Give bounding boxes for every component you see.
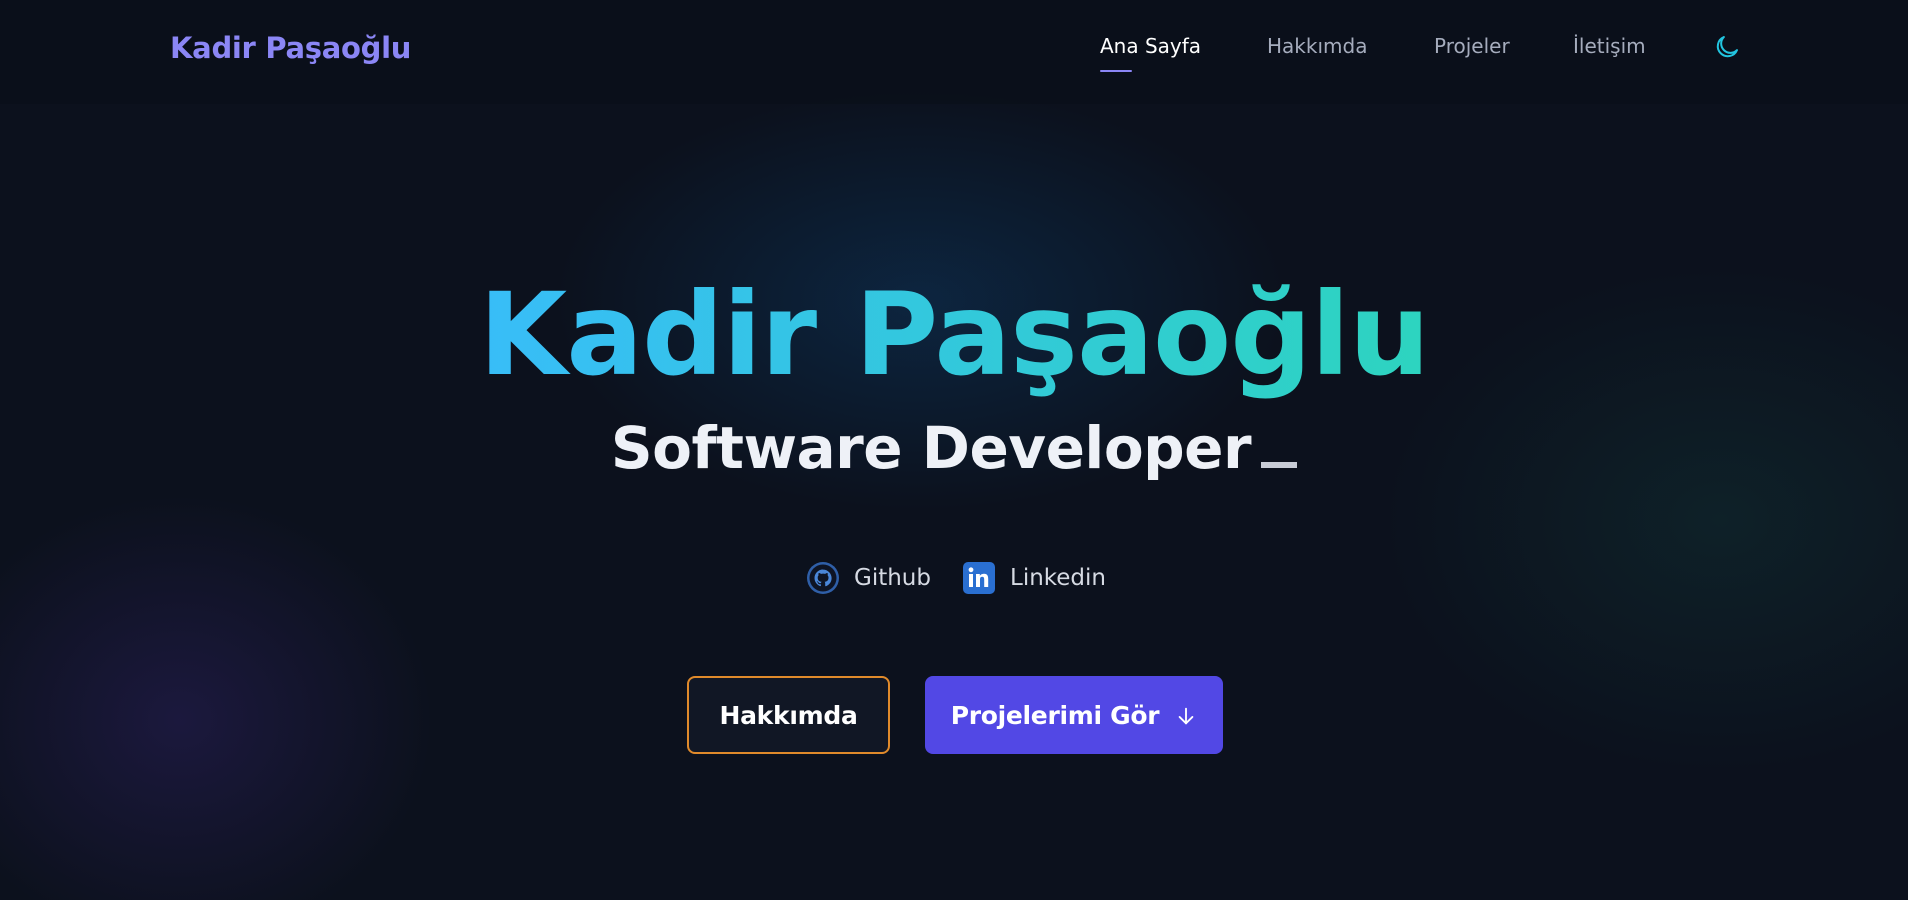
nav-item-projeler[interactable]: Projeler xyxy=(1434,34,1510,58)
hero-subtitle: Software Developer xyxy=(0,414,1908,482)
linkedin-link[interactable]: Linkedin xyxy=(962,558,1106,598)
nav-item-hakkimda[interactable]: Hakkımda xyxy=(1267,34,1367,58)
linkedin-icon xyxy=(962,561,996,595)
github-label: Github xyxy=(854,565,931,591)
hero-title: Kadir Paşaoğlu xyxy=(0,268,1908,401)
projects-button[interactable]: Projelerimi Gör xyxy=(925,676,1223,754)
github-icon xyxy=(806,561,840,595)
linkedin-label: Linkedin xyxy=(1010,565,1106,591)
nav-item-iletisim[interactable]: İletişim xyxy=(1573,34,1646,58)
about-button[interactable]: Hakkımda xyxy=(687,676,890,754)
typing-cursor xyxy=(1261,462,1298,468)
page: Kadir Paşaoğlu Ana Sayfa Hakkımda Projel… xyxy=(0,0,1908,900)
about-button-label: Hakkımda xyxy=(719,700,858,730)
nav-item-ana-sayfa[interactable]: Ana Sayfa xyxy=(1100,34,1201,72)
projects-button-label: Projelerimi Gör xyxy=(950,700,1160,730)
moon-icon[interactable] xyxy=(1712,32,1742,62)
social-links: Github Linkedin xyxy=(806,558,1126,598)
github-link[interactable]: Github xyxy=(806,558,931,598)
hero-subtitle-text: Software Developer xyxy=(610,414,1252,482)
hero-title-text: Kadir Paşaoğlu xyxy=(478,268,1430,401)
brand-logo[interactable]: Kadir Paşaoğlu xyxy=(170,31,411,65)
arrow-down-icon xyxy=(1175,704,1197,726)
navbar: Kadir Paşaoğlu Ana Sayfa Hakkımda Projel… xyxy=(0,0,1908,104)
